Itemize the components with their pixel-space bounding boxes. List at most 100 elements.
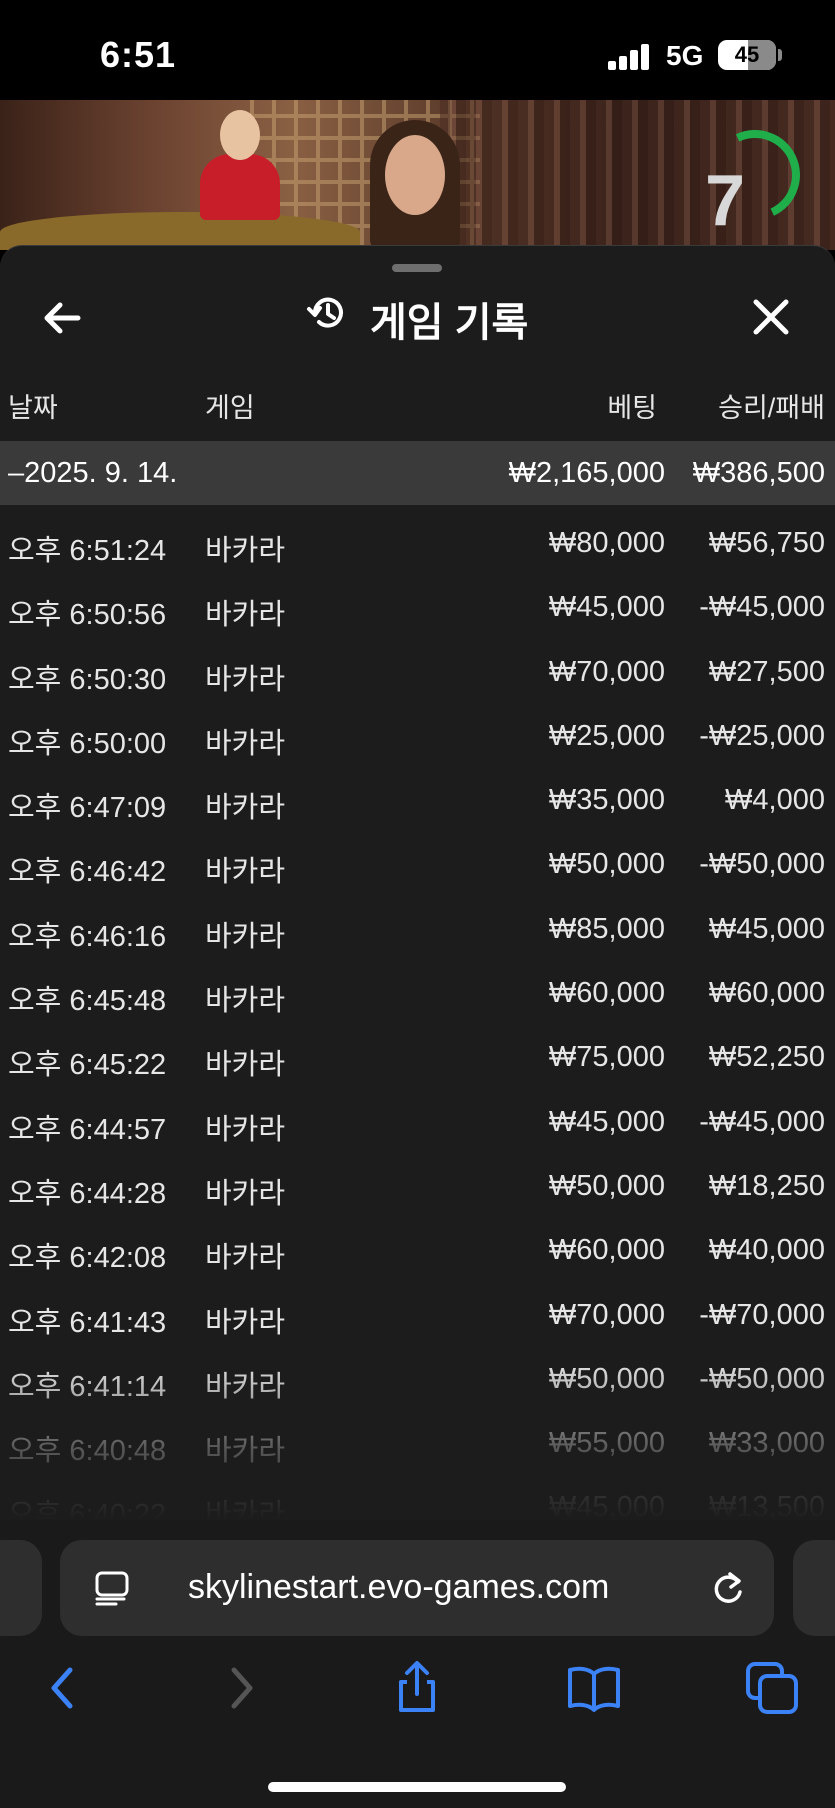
history-row[interactable]: 오후 6:46:42 바카라 ₩50,000 -₩50,000 xyxy=(0,826,835,890)
row-win-loss: -₩50,000 xyxy=(699,848,825,881)
row-win-loss: -₩45,000 xyxy=(699,591,825,624)
history-row[interactable]: 오후 6:40:22 바카라 ₩45,000 ₩13,500 xyxy=(0,1469,835,1520)
history-row[interactable]: 오후 6:44:57 바카라 ₩45,000 -₩45,000 xyxy=(0,1084,835,1148)
history-row[interactable]: 오후 6:41:14 바카라 ₩50,000 -₩50,000 xyxy=(0,1341,835,1405)
next-tab[interactable] xyxy=(793,1540,835,1636)
row-bet: ₩35,000 xyxy=(548,784,665,817)
row-win-loss: ₩45,000 xyxy=(708,912,825,945)
summary-bet: ₩2,165,000 xyxy=(508,457,665,489)
tabs-icon[interactable] xyxy=(744,1660,800,1716)
row-bet: ₩60,000 xyxy=(548,1234,665,1267)
row-game: 바카라 xyxy=(205,985,286,1018)
row-bet: ₩60,000 xyxy=(548,977,665,1010)
sheet-grabber[interactable] xyxy=(392,264,442,272)
row-win-loss: -₩70,000 xyxy=(699,1298,825,1331)
history-row[interactable]: 오후 6:41:43 바카라 ₩70,000 -₩70,000 xyxy=(0,1277,835,1341)
live-video: 7 xyxy=(0,100,835,250)
row-game: 바카라 xyxy=(205,1242,286,1275)
row-bet: ₩80,000 xyxy=(548,527,665,559)
table-header: 날짜 게임 베팅 승리/패배 xyxy=(0,386,835,436)
row-game: 바카라 xyxy=(205,1049,286,1082)
row-time: 오후 6:51:24 xyxy=(8,535,167,567)
row-bet: ₩45,000 xyxy=(548,591,665,624)
row-bet: ₩70,000 xyxy=(548,655,665,688)
row-game: 바카라 xyxy=(205,663,286,696)
history-row[interactable]: 오후 6:46:16 바카라 ₩85,000 ₩45,000 xyxy=(0,891,835,955)
row-bet: ₩75,000 xyxy=(548,1041,665,1074)
row-win-loss: ₩56,750 xyxy=(708,527,825,559)
summary-date: –2025. 9. 14. xyxy=(8,457,178,489)
history-icon xyxy=(307,297,343,328)
row-time: 오후 6:44:57 xyxy=(8,1113,167,1146)
row-bet: ₩50,000 xyxy=(548,1169,665,1202)
row-win-loss: ₩40,000 xyxy=(708,1234,825,1267)
chevron-right-icon[interactable] xyxy=(214,1660,270,1716)
dealer-figure xyxy=(200,110,280,220)
row-bet: ₩45,000 xyxy=(548,1491,665,1520)
history-row[interactable]: 오후 6:47:09 바카라 ₩35,000 ₩4,000 xyxy=(0,762,835,826)
signal-icon xyxy=(608,44,652,70)
row-game: 바카라 xyxy=(205,535,286,567)
row-win-loss: ₩33,000 xyxy=(708,1427,825,1460)
header-game[interactable]: 게임 xyxy=(205,386,255,425)
row-time: 오후 6:50:56 xyxy=(8,599,167,632)
arrow-left-icon[interactable] xyxy=(38,294,86,342)
row-bet: ₩50,000 xyxy=(548,848,665,881)
row-game: 바카라 xyxy=(205,727,286,760)
header-date[interactable]: 날짜 xyxy=(8,386,58,425)
row-game: 바카라 xyxy=(205,1113,286,1146)
history-row[interactable]: 오후 6:50:00 바카라 ₩25,000 -₩25,000 xyxy=(0,698,835,762)
reader-icon[interactable] xyxy=(94,1570,130,1606)
row-time: 오후 6:46:42 xyxy=(8,856,167,889)
browser-toolbar: skylinestart.evo-games.com xyxy=(0,1520,835,1808)
status-time: 6:51 xyxy=(100,34,177,75)
history-row[interactable]: 오후 6:45:22 바카라 ₩75,000 ₩52,250 xyxy=(0,1019,835,1083)
previous-tab[interactable] xyxy=(0,1540,42,1636)
row-time: 오후 6:42:08 xyxy=(8,1242,167,1275)
history-row[interactable]: 오후 6:50:30 바카라 ₩70,000 ₩27,500 xyxy=(0,634,835,698)
status-bar: 6:51 5G 45 xyxy=(0,0,835,100)
header-bet[interactable]: 베팅 xyxy=(607,386,657,425)
battery-icon: 45 xyxy=(718,40,776,70)
history-row[interactable]: 오후 6:51:24 바카라 ₩80,000 ₩56,750 xyxy=(0,505,835,569)
book-icon[interactable] xyxy=(566,1660,622,1716)
reload-icon[interactable] xyxy=(708,1568,748,1608)
date-summary-row[interactable]: –2025. 9. 14. ₩2,165,000 ₩386,500 xyxy=(0,441,835,505)
address-bar[interactable]: skylinestart.evo-games.com xyxy=(60,1540,774,1636)
row-time: 오후 6:50:30 xyxy=(8,663,167,696)
row-win-loss: ₩13,500 xyxy=(708,1491,825,1520)
row-game: 바카라 xyxy=(205,599,286,632)
row-game: 바카라 xyxy=(205,1435,286,1468)
row-time: 오후 6:45:22 xyxy=(8,1049,167,1082)
history-row[interactable]: 오후 6:50:56 바카라 ₩45,000 -₩45,000 xyxy=(0,569,835,633)
history-row[interactable]: 오후 6:40:48 바카라 ₩55,000 ₩33,000 xyxy=(0,1405,835,1469)
history-row[interactable]: 오후 6:45:48 바카라 ₩60,000 ₩60,000 xyxy=(0,955,835,1019)
share-icon[interactable] xyxy=(389,1660,445,1716)
row-time: 오후 6:44:28 xyxy=(8,1177,167,1210)
row-game: 바카라 xyxy=(205,792,286,825)
row-time: 오후 6:40:48 xyxy=(8,1435,167,1468)
row-time: 오후 6:41:14 xyxy=(8,1370,167,1403)
row-win-loss: ₩4,000 xyxy=(725,784,825,817)
header-win-loss[interactable]: 승리/패배 xyxy=(718,386,825,425)
row-time: 오후 6:50:00 xyxy=(8,727,167,760)
chevron-left-icon[interactable] xyxy=(36,1660,92,1716)
home-indicator xyxy=(268,1782,566,1792)
row-bet: ₩25,000 xyxy=(548,719,665,752)
history-row[interactable]: 오후 6:42:08 바카라 ₩60,000 ₩40,000 xyxy=(0,1212,835,1276)
url-text[interactable]: skylinestart.evo-games.com xyxy=(188,1568,609,1607)
game-history-panel: 게임 기록 날짜 게임 베팅 승리/패배 –2025. 9. 14. ₩2,16… xyxy=(0,245,835,1520)
row-win-loss: ₩60,000 xyxy=(708,977,825,1010)
row-win-loss: -₩45,000 xyxy=(699,1105,825,1138)
dealer-figure xyxy=(360,120,470,250)
row-win-loss: ₩18,250 xyxy=(708,1169,825,1202)
row-win-loss: ₩27,500 xyxy=(708,655,825,688)
countdown-value: 7 xyxy=(705,161,746,241)
history-list: 오후 6:51:24 바카라 ₩80,000 ₩56,750 오후 6:50:56 바카라… xyxy=(0,505,835,1520)
history-row[interactable]: 오후 6:44:28 바카라 ₩50,000 ₩18,250 xyxy=(0,1148,835,1212)
row-game: 바카라 xyxy=(205,1499,286,1520)
close-icon[interactable] xyxy=(748,294,794,340)
row-game: 바카라 xyxy=(205,920,286,953)
row-win-loss: -₩25,000 xyxy=(699,719,825,752)
network-label: 5G xyxy=(666,40,704,71)
